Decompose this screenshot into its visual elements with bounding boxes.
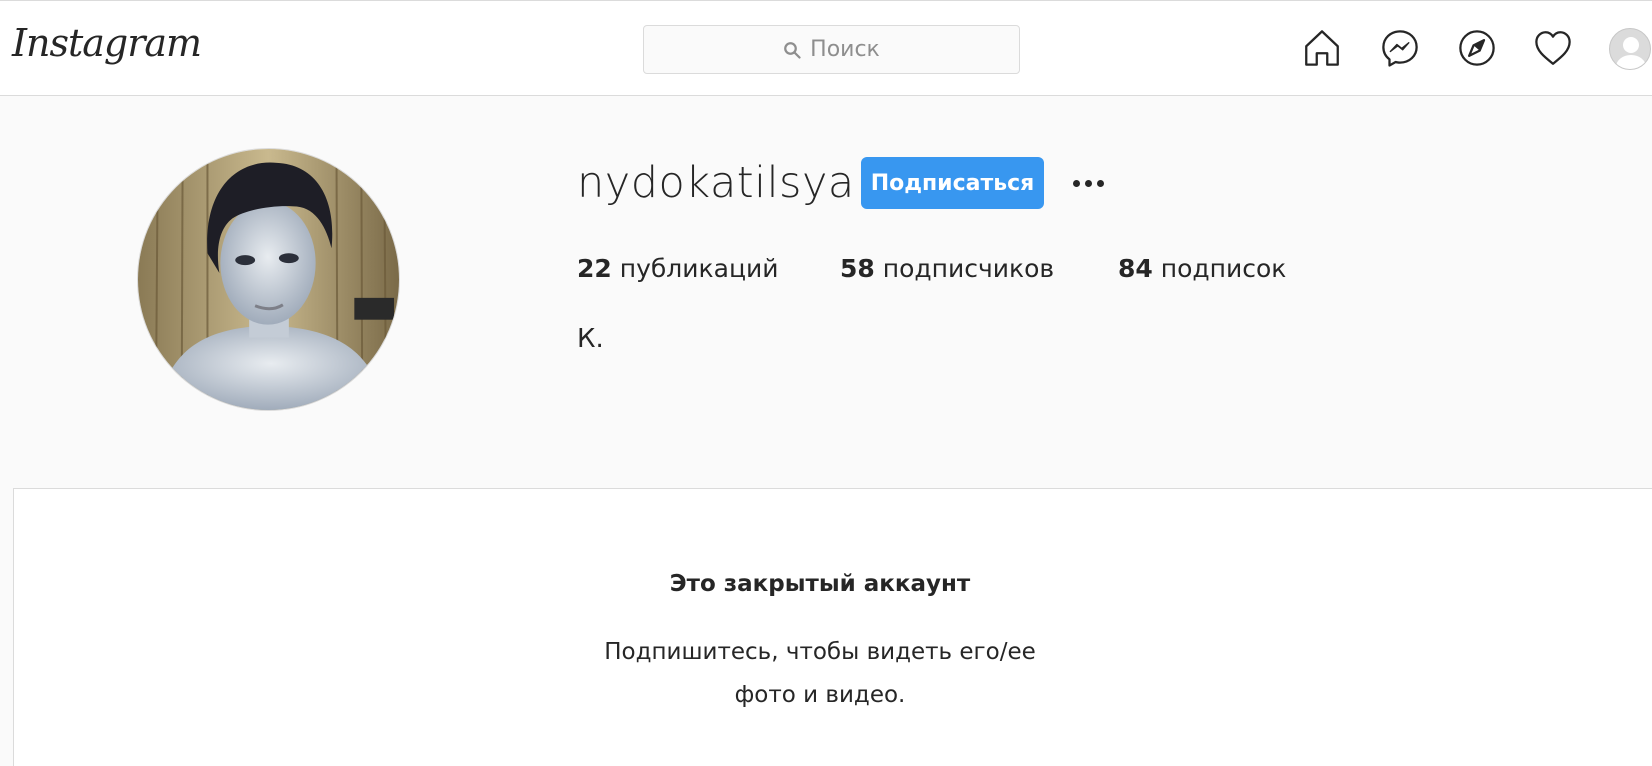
followers-count[interactable]: 58 подписчиков: [840, 254, 1054, 283]
compass-icon: [1459, 30, 1495, 66]
more-options-button[interactable]: [1066, 170, 1110, 196]
more-dot: [1096, 179, 1104, 187]
private-account-message-line1: Подпишитесь, чтобы видеть его/ее: [604, 639, 1036, 665]
messenger-icon: [1382, 30, 1418, 67]
explore-button[interactable]: [1455, 26, 1499, 70]
following-count-label: подписок: [1160, 254, 1287, 283]
avatar-body: [1616, 55, 1646, 69]
following-count-value: 84: [1118, 254, 1153, 283]
search-placeholder: Поиск: [810, 37, 880, 62]
instagram-logo[interactable]: Instagram: [12, 21, 202, 65]
search-input[interactable]: Поиск: [643, 25, 1020, 74]
heart-icon: [1535, 31, 1571, 65]
private-account-message: Подпишитесь, чтобы видеть его/ее фото и …: [14, 631, 1626, 717]
profile-bio: К.: [577, 324, 604, 354]
followers-count-label: подписчиков: [882, 254, 1055, 283]
more-dot: [1084, 179, 1092, 187]
profile-avatar-button[interactable]: [1609, 28, 1651, 70]
following-count[interactable]: 84 подписок: [1118, 254, 1286, 283]
posts-count: 22 публикаций: [577, 254, 778, 283]
home-button[interactable]: [1300, 26, 1344, 70]
more-dot: [1072, 179, 1080, 187]
posts-count-label: публикаций: [619, 254, 779, 283]
avatar-head: [1623, 37, 1639, 53]
activity-button[interactable]: [1531, 26, 1575, 70]
private-account-panel: Это закрытый аккаунт Подпишитесь, чтобы …: [13, 488, 1652, 766]
messenger-button[interactable]: [1378, 26, 1422, 70]
profile-username: nydokatilsya: [577, 158, 855, 208]
profile-picture: [137, 148, 400, 411]
search-icon: [784, 41, 801, 59]
home-icon: [1305, 30, 1339, 66]
top-navigation-bar: Instagram Поиск: [0, 0, 1652, 96]
profile-photo: [138, 149, 399, 410]
follow-button[interactable]: Подписаться: [861, 157, 1044, 209]
posts-count-value: 22: [577, 254, 612, 283]
private-account-title: Это закрытый аккаунт: [669, 571, 971, 597]
private-account-message-line2: фото и видео.: [734, 682, 906, 708]
followers-count-value: 58: [840, 254, 875, 283]
